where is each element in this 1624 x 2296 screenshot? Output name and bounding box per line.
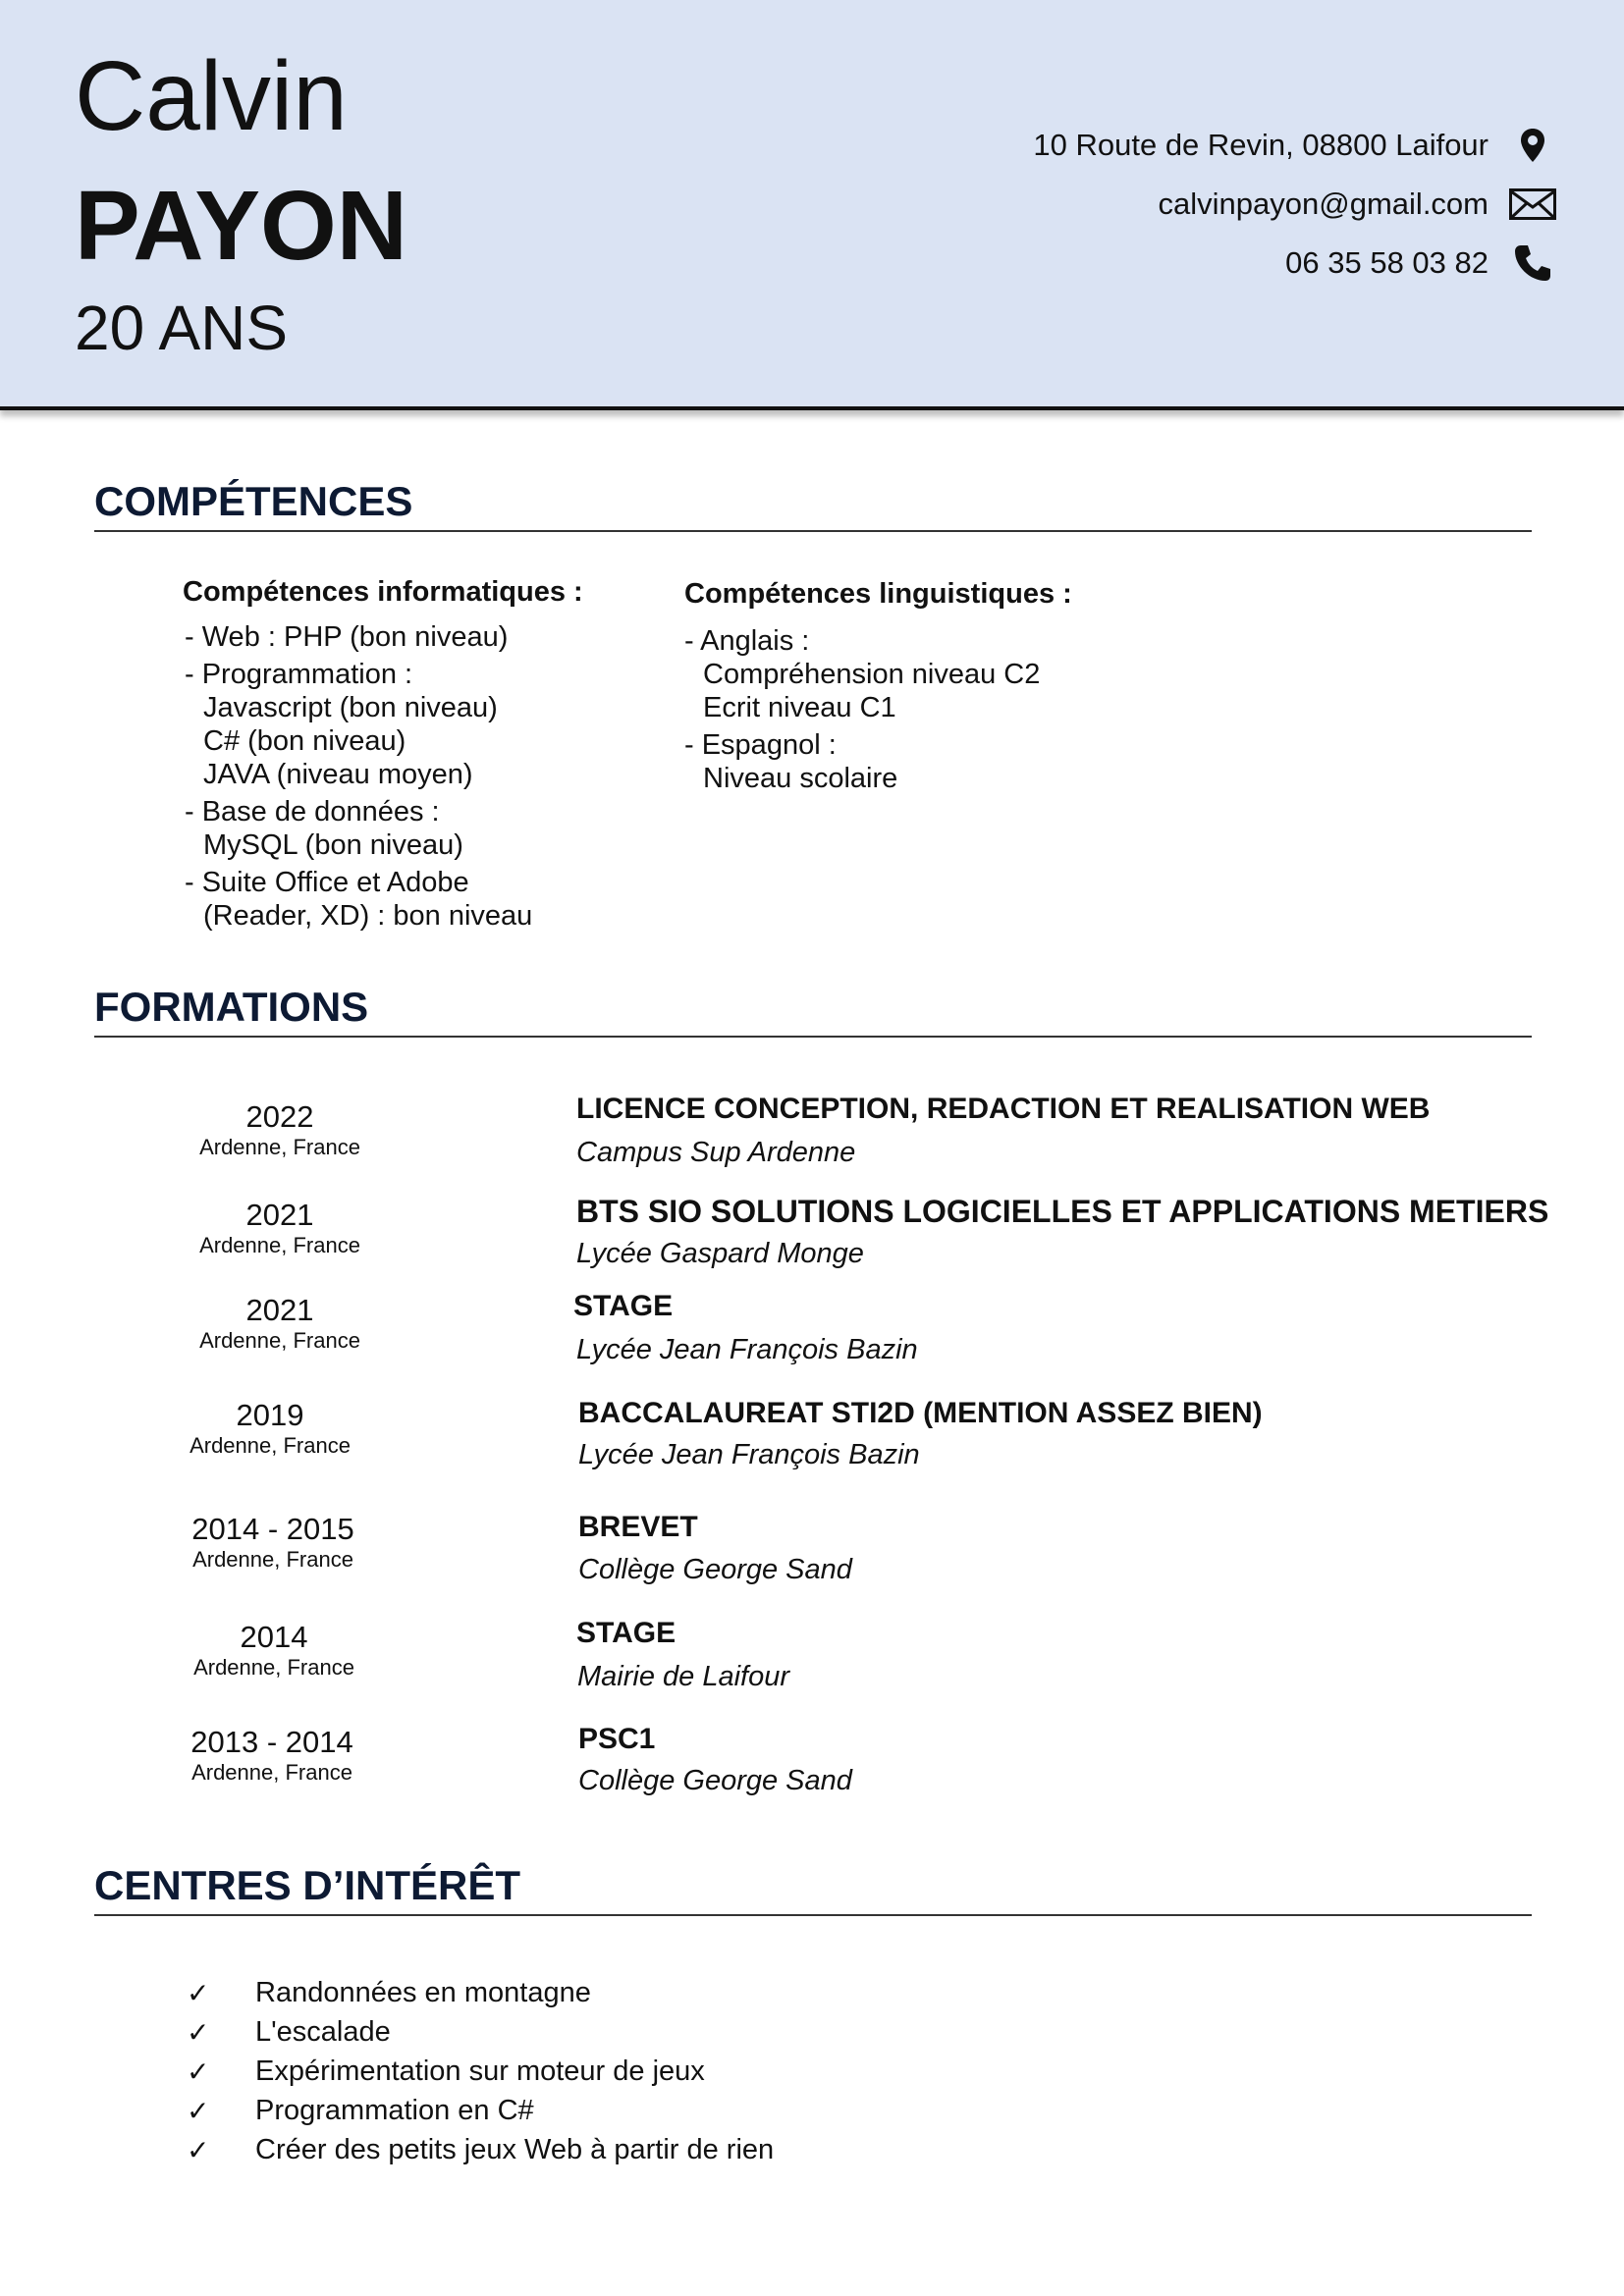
formation-school: Mairie de Laifour bbox=[577, 1661, 789, 1692]
list-item: - Base de données : MySQL (bon niveau) bbox=[185, 796, 463, 861]
interests-list: ✓ Randonnées en montagne ✓ L'escalade ✓ … bbox=[187, 1973, 774, 2169]
phone-icon bbox=[1508, 241, 1557, 285]
language-skills-heading: Compétences linguistiques : bbox=[684, 578, 1072, 610]
formation-school: Collège George Sand bbox=[578, 1554, 852, 1585]
list-item: ✓ Expérimentation sur moteur de jeux bbox=[187, 2052, 774, 2091]
interest-label: Programmation en C# bbox=[255, 2094, 534, 2126]
formation-school: Campus Sup Ardenne bbox=[576, 1137, 856, 1168]
checkmark-icon: ✓ bbox=[187, 2016, 210, 2048]
formation-title: PSC1 bbox=[578, 1723, 656, 1755]
header-banner: Calvin PAYON 20 ANS 10 Route de Revin, 0… bbox=[0, 0, 1624, 410]
list-item: - Programmation : Javascript (bon niveau… bbox=[185, 659, 498, 790]
checkmark-icon: ✓ bbox=[187, 2095, 210, 2126]
formation-school: Lycée Jean François Bazin bbox=[578, 1439, 920, 1470]
address-text: 10 Route de Revin, 08800 Laifour bbox=[1033, 128, 1489, 162]
interest-label: Créer des petits jeux Web à partir de ri… bbox=[255, 2133, 775, 2165]
list-item: ✓ L'escalade bbox=[187, 2012, 774, 2052]
checkmark-icon: ✓ bbox=[187, 2056, 210, 2087]
language-skills-list: - Anglais : Compréhension niveau C2 Ecri… bbox=[684, 624, 1040, 799]
formation-title: BACCALAUREAT STI2D (MENTION ASSEZ BIEN) bbox=[578, 1397, 1263, 1429]
envelope-icon bbox=[1508, 183, 1557, 226]
formation-date: 2021 Ardenne, France bbox=[199, 1293, 360, 1353]
formation-school: Lycée Gaspard Monge bbox=[576, 1238, 864, 1269]
formation-school: Collège George Sand bbox=[578, 1765, 852, 1796]
phone-text: 06 35 58 03 82 bbox=[1285, 245, 1489, 280]
formation-date: 2019 Ardenne, France bbox=[189, 1398, 351, 1458]
formations-section-title: FORMATIONS bbox=[94, 984, 1532, 1039]
contact-email: calvinpayon@gmail.com bbox=[1159, 183, 1557, 226]
interest-label: L'escalade bbox=[255, 2015, 391, 2048]
contact-address: 10 Route de Revin, 08800 Laifour bbox=[1033, 124, 1557, 167]
checkmark-icon: ✓ bbox=[187, 1977, 210, 2008]
formation-title: BTS SIO SOLUTIONS LOGICIELLES ET APPLICA… bbox=[576, 1194, 1549, 1229]
formation-date: 2013 - 2014 Ardenne, France bbox=[190, 1725, 353, 1785]
formation-title: LICENCE CONCEPTION, REDACTION ET REALISA… bbox=[576, 1093, 1431, 1125]
list-item: ✓ Randonnées en montagne bbox=[187, 1973, 774, 2012]
formation-title: BREVET bbox=[578, 1511, 698, 1543]
formation-school: Lycée Jean François Bazin bbox=[576, 1334, 918, 1365]
skills-section-title: COMPÉTENCES bbox=[94, 478, 1532, 533]
list-item: - Espagnol : Niveau scolaire bbox=[684, 729, 898, 794]
list-item: - Anglais : Compréhension niveau C2 Ecri… bbox=[684, 625, 1041, 723]
list-item: - Suite Office et Adobe (Reader, XD) : b… bbox=[185, 867, 533, 932]
formation-title: STAGE bbox=[573, 1290, 674, 1322]
formation-date: 2014 - 2015 Ardenne, France bbox=[191, 1512, 354, 1572]
last-name: PAYON bbox=[75, 171, 408, 281]
formation-title: STAGE bbox=[576, 1617, 677, 1649]
formation-date: 2014 Ardenne, France bbox=[193, 1620, 354, 1680]
list-item: - Web : PHP (bon niveau) bbox=[185, 621, 509, 653]
it-skills-heading: Compétences informatiques : bbox=[183, 576, 583, 608]
contact-phone: 06 35 58 03 82 bbox=[1285, 241, 1557, 285]
checkmark-icon: ✓ bbox=[187, 2134, 210, 2165]
formation-date: 2021 Ardenne, France bbox=[199, 1198, 360, 1257]
interest-label: Expérimentation sur moteur de jeux bbox=[255, 2055, 705, 2087]
interest-label: Randonnées en montagne bbox=[255, 1976, 591, 2008]
it-skills-list: - Web : PHP (bon niveau) - Programmation… bbox=[185, 620, 532, 936]
location-pin-icon bbox=[1508, 124, 1557, 167]
list-item: ✓ Programmation en C# bbox=[187, 2091, 774, 2130]
list-item: ✓ Créer des petits jeux Web à partir de … bbox=[187, 2130, 774, 2169]
formation-date: 2022 Ardenne, France bbox=[199, 1099, 360, 1159]
first-name: Calvin bbox=[75, 41, 348, 151]
email-text: calvinpayon@gmail.com bbox=[1158, 187, 1489, 221]
interests-section-title: CENTRES D’INTÉRÊT bbox=[94, 1862, 1532, 1917]
age: 20 ANS bbox=[75, 293, 289, 363]
